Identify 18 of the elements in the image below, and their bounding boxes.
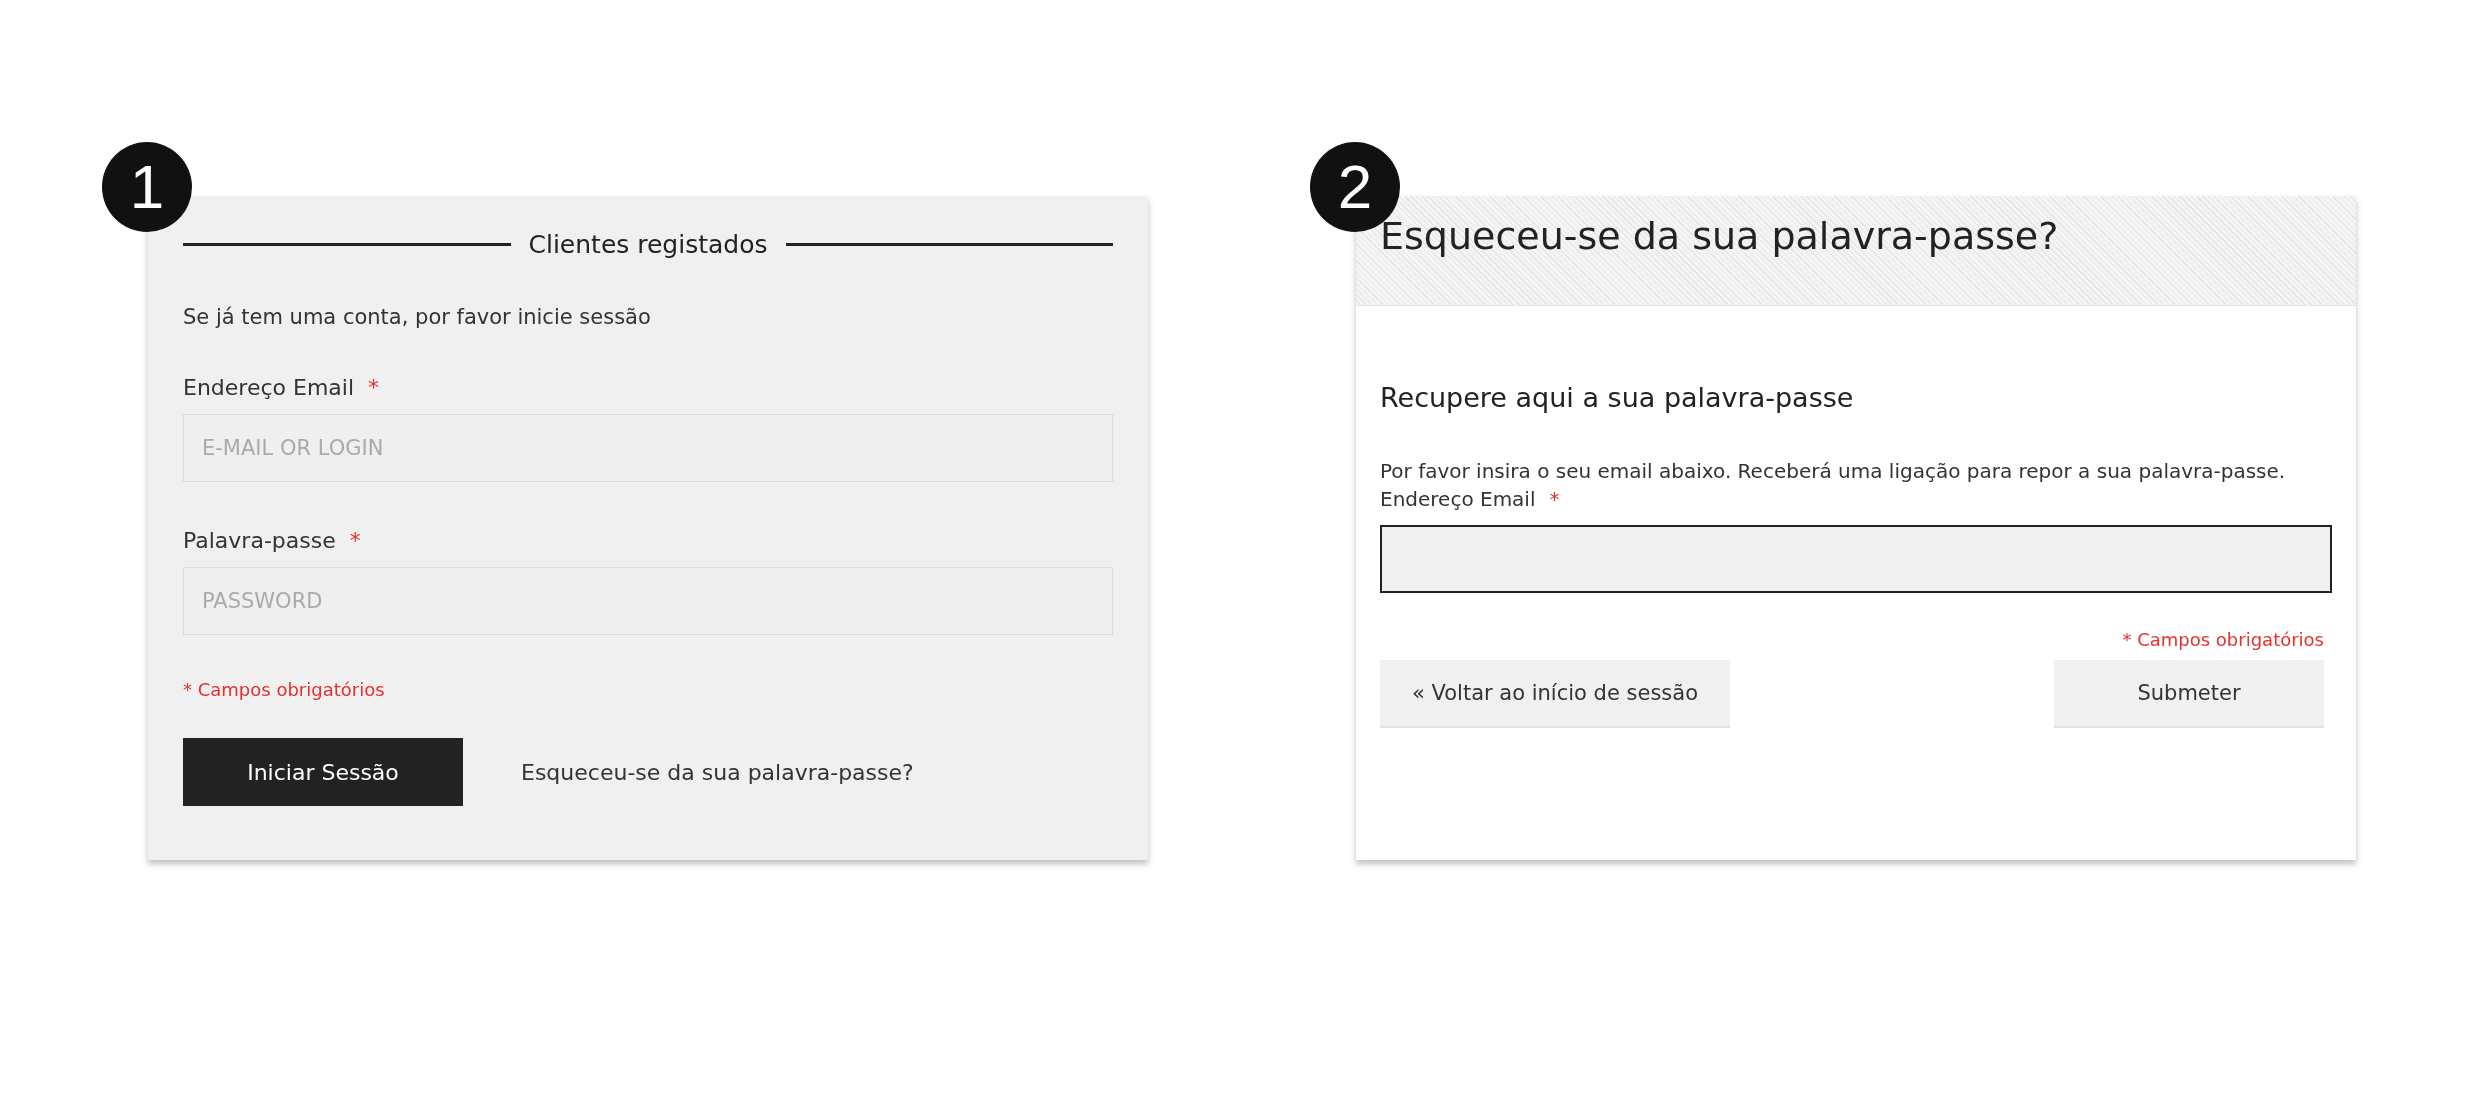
forgot-password-link[interactable]: Esqueceu-se da sua palavra-passe? — [521, 759, 914, 785]
intro-text: Se já tem uma conta, por favor inicie sessão — [183, 305, 652, 329]
field-label: Endereço Email — [1380, 487, 1536, 511]
required-note: * Campos obrigatórios — [183, 679, 386, 700]
login-button[interactable]: Iniciar Sessão — [183, 738, 463, 806]
number-badge: 1 — [102, 142, 192, 232]
section-heading: Clientes registados — [528, 230, 768, 259]
required-mark: * — [349, 528, 361, 553]
intro-text: Por favor insira o seu email abaixo. Receberá uma ligação para repor a sua palavra-passe. — [1380, 459, 2287, 483]
submit-button[interactable]: Submeter — [2054, 660, 2324, 728]
section-heading: Recupere aqui a sua palavra-passe — [1380, 382, 1855, 413]
required-mark: * — [1549, 487, 1560, 511]
input-field[interactable] — [1380, 525, 2332, 593]
required-note: * Campos obrigatórios — [2121, 629, 2324, 650]
field-label: Palavra-passe — [183, 528, 336, 553]
back-button[interactable]: « Voltar ao início de sessão — [1380, 660, 1730, 728]
field-label: Endereço Email — [183, 375, 355, 400]
required-mark: * — [368, 375, 380, 400]
